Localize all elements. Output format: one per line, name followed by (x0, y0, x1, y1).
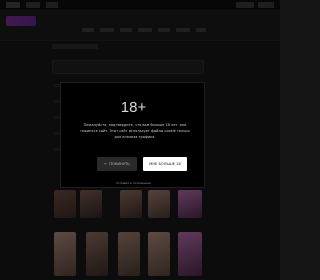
age-verification-modal: 18+ Пожалуйста, подтвердите, что вам бол… (60, 82, 205, 188)
leave-button[interactable]: ← ПОКИНУТЬ (97, 157, 137, 171)
terms-link[interactable]: Условия и положения (61, 181, 206, 185)
arrow-left-icon: ← (104, 162, 108, 166)
leave-button-label: ПОКИНУТЬ (109, 162, 130, 166)
modal-title: 18+ (120, 99, 147, 116)
confirm-age-button[interactable]: МНЕ БОЛЬШЕ 18 (143, 157, 187, 171)
modal-message: Пожалуйста, подтвердите, что вам больше … (80, 123, 190, 139)
